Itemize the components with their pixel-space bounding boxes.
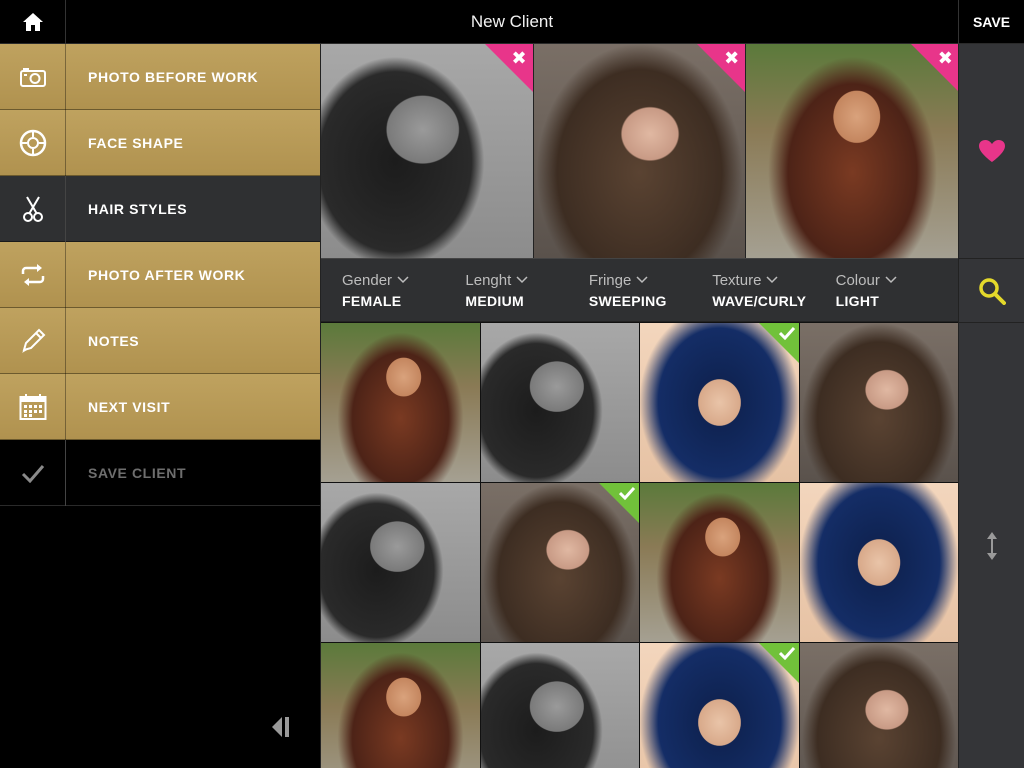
hairstyle-thumbnail[interactable] xyxy=(480,323,640,483)
top-bar: New Client SAVE xyxy=(0,0,1024,44)
sidebar-item-notes[interactable]: NOTES xyxy=(0,307,320,374)
filter-name: Texture xyxy=(712,271,762,289)
selected-styles-row: ✖ ✖ ✖ xyxy=(321,44,959,258)
right-rail xyxy=(958,44,1024,768)
chevron-down-icon xyxy=(766,276,778,284)
sidebar: PHOTO BEFORE WORK FACE SHAPE HAIR STYLES xyxy=(0,43,320,768)
sidebar-item-label: NOTES xyxy=(88,332,140,349)
filter-gender[interactable]: Gender FEMALE xyxy=(342,272,465,309)
page-title: New Client xyxy=(470,12,554,31)
hairstyle-thumbnail[interactable] xyxy=(321,483,481,643)
sidebar-item-save-client[interactable]: SAVE CLIENT xyxy=(0,439,320,506)
checkmark-icon xyxy=(778,326,795,340)
filter-name: Lenght xyxy=(465,271,512,289)
checkmark-icon xyxy=(778,646,795,660)
sidebar-item-label: NEXT VISIT xyxy=(88,398,171,415)
chevron-down-icon xyxy=(516,276,528,284)
selected-style-photo[interactable]: ✖ xyxy=(746,44,959,258)
filter-value: FEMALE xyxy=(342,292,402,309)
resize-handle[interactable] xyxy=(959,323,1024,768)
sidebar-item-photo-after-work[interactable]: PHOTO AFTER WORK xyxy=(0,241,320,308)
filter-value: SWEEPING xyxy=(588,292,667,309)
sidebar-item-label: PHOTO AFTER WORK xyxy=(88,266,246,283)
sidebar-item-label: FACE SHAPE xyxy=(88,134,184,151)
filter-fringe[interactable]: Fringe SWEEPING xyxy=(589,272,712,309)
sidebar-item-label: SAVE CLIENT xyxy=(88,464,187,481)
hairstyle-thumbnail[interactable] xyxy=(321,643,481,768)
filter-texture[interactable]: Texture WAVE/CURLY xyxy=(712,272,835,309)
heart-icon xyxy=(979,140,1005,162)
sidebar-item-next-visit[interactable]: NEXT VISIT xyxy=(0,373,320,440)
sidebar-item-label: PHOTO BEFORE WORK xyxy=(88,68,259,85)
hairstyle-thumbnail[interactable] xyxy=(640,643,800,768)
repeat-icon xyxy=(0,241,66,308)
close-icon[interactable]: ✖ xyxy=(724,49,739,67)
pencil-icon xyxy=(0,307,66,374)
hairstyle-results-grid xyxy=(321,323,959,768)
filter-name: Gender xyxy=(342,271,393,289)
filter-value: LIGHT xyxy=(835,292,880,309)
hairstyle-thumbnail[interactable] xyxy=(799,323,959,483)
home-icon xyxy=(22,13,43,31)
hairstyle-thumbnail[interactable] xyxy=(640,483,800,643)
filter-value: MEDIUM xyxy=(465,292,524,309)
search-button[interactable] xyxy=(959,259,1024,322)
filter-length[interactable]: Lenght MEDIUM xyxy=(465,272,588,309)
filter-bar: Gender FEMALE Lenght MEDIUM Fringe SWEEP… xyxy=(321,258,959,322)
collapse-sidebar-button[interactable] xyxy=(268,714,294,740)
scissors-icon xyxy=(0,175,66,242)
vertical-resize-icon xyxy=(987,531,997,560)
sidebar-item-hair-styles[interactable]: HAIR STYLES xyxy=(0,175,320,242)
hairstyle-thumbnail[interactable] xyxy=(480,643,640,768)
search-icon xyxy=(979,277,1006,305)
save-button[interactable]: SAVE xyxy=(958,0,1024,44)
sidebar-item-label: HAIR STYLES xyxy=(88,200,188,217)
hairstyle-thumbnail[interactable] xyxy=(640,323,800,483)
checkmark-icon xyxy=(619,486,635,500)
filter-colour[interactable]: Colour LIGHT xyxy=(836,272,959,309)
main-content: ✖ ✖ ✖ Gender FEMALE Lenght MEDIUM Fringe… xyxy=(320,44,959,768)
filter-name: Colour xyxy=(835,271,880,289)
hairstyle-thumbnail[interactable] xyxy=(321,323,481,483)
calendar-icon xyxy=(0,373,66,440)
chevron-down-icon xyxy=(397,276,409,284)
hairstyle-thumbnail[interactable] xyxy=(799,483,959,643)
home-button[interactable] xyxy=(0,0,66,44)
filter-value: WAVE/CURLY xyxy=(712,292,807,309)
face-target-icon xyxy=(0,109,66,176)
camera-icon xyxy=(0,43,66,110)
close-icon[interactable]: ✖ xyxy=(938,49,953,67)
close-icon[interactable]: ✖ xyxy=(512,49,527,67)
checkmark-icon xyxy=(0,439,66,506)
hairstyle-thumbnail[interactable] xyxy=(799,643,959,768)
sidebar-item-face-shape[interactable]: FACE SHAPE xyxy=(0,109,320,176)
selected-style-photo[interactable]: ✖ xyxy=(533,44,747,258)
sidebar-item-photo-before-work[interactable]: PHOTO BEFORE WORK xyxy=(0,43,320,110)
chevron-down-icon xyxy=(885,276,897,284)
filter-name: Fringe xyxy=(588,271,632,289)
favorite-button[interactable] xyxy=(959,44,1024,258)
selected-style-photo[interactable]: ✖ xyxy=(321,44,534,258)
collapse-sidebar-icon xyxy=(272,717,289,737)
chevron-down-icon xyxy=(636,276,648,284)
hairstyle-thumbnail[interactable] xyxy=(480,483,640,643)
